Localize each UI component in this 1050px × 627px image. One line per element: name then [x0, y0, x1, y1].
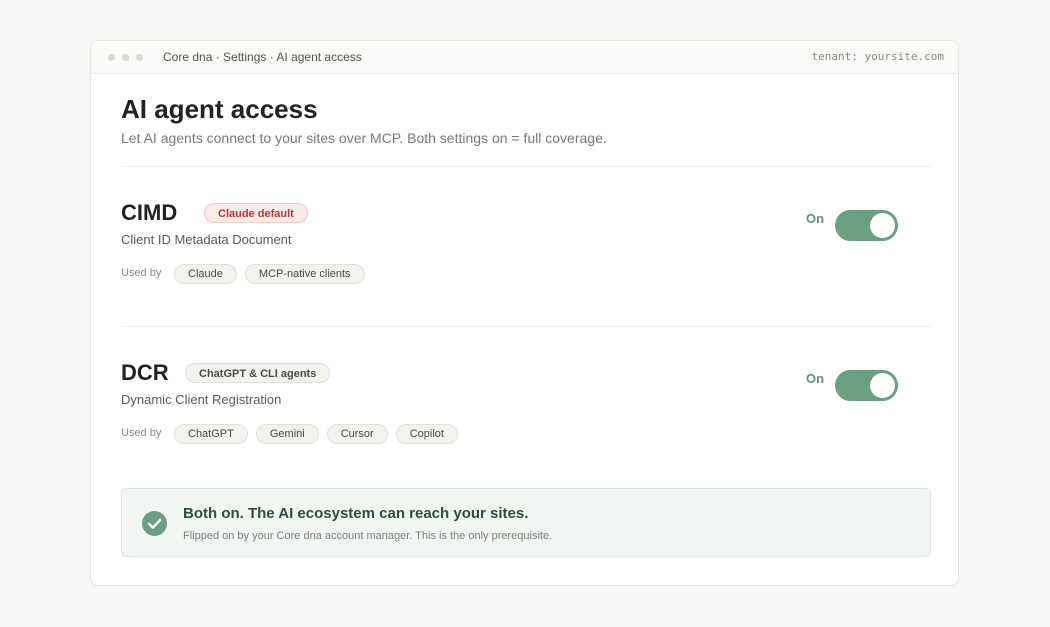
window-dot-icon[interactable]: [136, 54, 143, 61]
cimd-toggle[interactable]: [835, 210, 898, 241]
window-dot-icon[interactable]: [108, 54, 115, 61]
settings-window: Core dna · Settings · AI agent access te…: [90, 40, 959, 586]
window-dot-icon[interactable]: [122, 54, 129, 61]
breadcrumb: Core dna · Settings · AI agent access: [163, 50, 362, 64]
cimd-tag-badge: Claude default: [204, 203, 308, 223]
toggle-knob: [870, 373, 895, 398]
dcr-title: DCR: [121, 360, 169, 385]
dcr-toggle[interactable]: [835, 370, 898, 401]
client-chip: Claude: [174, 264, 237, 284]
page-subtitle: Let AI agents connect to your sites over…: [121, 130, 607, 146]
divider: [121, 326, 931, 327]
cimd-description: Client ID Metadata Document: [121, 232, 292, 247]
dcr-used-by-label: Used by: [121, 427, 162, 439]
banner-title: Both on. The AI ecosystem can reach your…: [183, 505, 529, 522]
window-controls: [108, 54, 143, 61]
client-chip: MCP-native clients: [244, 264, 365, 284]
tenant-label: tenant: yoursite.com: [811, 50, 944, 63]
toggle-knob: [870, 213, 895, 238]
check-circle-icon: [142, 511, 167, 536]
cimd-used-by-label: Used by: [121, 267, 162, 279]
dcr-toggle-state: On: [806, 371, 825, 386]
banner-description: Flipped on by your Core dna account mana…: [183, 530, 553, 542]
dcr-client-list: ChatGPT Gemini Cursor Copilot: [174, 424, 458, 444]
cimd-toggle-state: On: [806, 211, 825, 226]
cimd-title: CIMD: [121, 200, 178, 225]
cimd-client-list: Claude MCP-native clients: [174, 264, 365, 284]
client-chip: Gemini: [255, 424, 319, 444]
page-title: AI agent access: [121, 94, 318, 124]
client-chip: ChatGPT: [174, 424, 248, 444]
window-titlebar: Core dna · Settings · AI agent access te…: [91, 41, 958, 74]
client-chip: Cursor: [326, 424, 388, 444]
status-banner: Both on. The AI ecosystem can reach your…: [121, 488, 931, 557]
dcr-description: Dynamic Client Registration: [121, 392, 282, 407]
client-chip: Copilot: [395, 424, 458, 444]
divider: [121, 166, 931, 167]
dcr-tag-badge: ChatGPT & CLI agents: [185, 363, 331, 383]
